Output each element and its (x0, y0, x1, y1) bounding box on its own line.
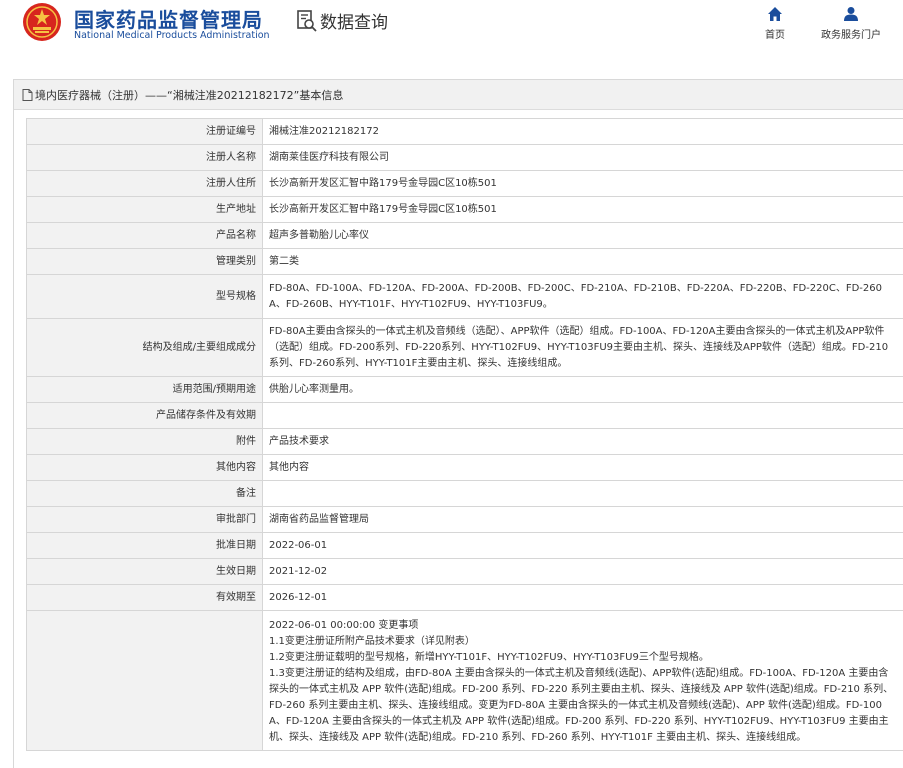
field-value: FD-80A主要由含探头的一体式主机及音频线（选配）、APP软件（选配）组成。F… (262, 318, 903, 377)
table-row: 生效日期 2021-12-02 (26, 558, 903, 585)
nmpa-emblem-icon[interactable] (22, 2, 62, 42)
field-label: 注册证编号 (26, 118, 263, 145)
field-label: 管理类别 (26, 248, 263, 275)
home-icon (768, 7, 782, 21)
document-icon (22, 88, 33, 101)
field-value (262, 402, 903, 429)
user-icon (844, 7, 858, 21)
detail-panel: 境内医疗器械（注册）——“湘械注准20212182172”基本信息 注册证编号 … (13, 79, 903, 768)
change-record-line: 1.1变更注册证所附产品技术要求（详见附表） (269, 636, 475, 647)
field-value: 湖南莱佳医疗科技有限公司 (262, 144, 903, 171)
nav-portal-label: 政务服务门户 (821, 30, 881, 41)
table-row: 注册人名称 湖南莱佳医疗科技有限公司 (26, 144, 903, 171)
field-value: 第二类 (262, 248, 903, 275)
field-value: 长沙高新开发区汇智中路179号金导园C区10栋501 (262, 196, 903, 223)
table-row: 批准日期 2022-06-01 (26, 532, 903, 559)
field-label: 结构及组成/主要组成成分 (26, 318, 263, 377)
table-row: 备注 (26, 480, 903, 507)
site-name-en: National Medical Products Administration (74, 30, 270, 41)
table-row: 适用范围/预期用途 供胎儿心率测量用。 (26, 376, 903, 403)
table-row: 注册人住所 长沙高新开发区汇智中路179号金导园C区10栋501 (26, 170, 903, 197)
data-query-label: 数据查询 (320, 13, 388, 33)
field-value: 长沙高新开发区汇智中路179号金导园C区10栋501 (262, 170, 903, 197)
field-value: 湖南省药品监督管理局 (262, 506, 903, 533)
field-value: 2026-12-01 (262, 584, 903, 611)
data-query-heading[interactable]: 数据查询 (297, 8, 388, 33)
field-label: 生产地址 (26, 196, 263, 223)
change-record-row: 2022-06-01 00:00:00 变更事项 1.1变更注册证所附产品技术要… (26, 610, 903, 751)
field-value: 超声多普勒胎儿心率仪 (262, 222, 903, 249)
site-name-cn[interactable]: 国家药品监督管理局 (74, 4, 263, 33)
table-row: 审批部门 湖南省药品监督管理局 (26, 506, 903, 533)
change-record-line: 2022-06-01 00:00:00 变更事项 (269, 620, 419, 631)
nav-home-label: 首页 (765, 30, 785, 41)
panel-title-text: 境内医疗器械（注册）——“湘械注准20212182172”基本信息 (35, 88, 344, 102)
table-row: 产品名称 超声多普勒胎儿心率仪 (26, 222, 903, 249)
field-value: 其他内容 (262, 454, 903, 481)
table-row: 其他内容 其他内容 (26, 454, 903, 481)
registration-info-table: 注册证编号 湘械注准20212182172 注册人名称 湖南莱佳医疗科技有限公司… (26, 118, 903, 751)
field-value: 2022-06-01 (262, 532, 903, 559)
field-label: 产品储存条件及有效期 (26, 402, 263, 429)
field-label: 注册人名称 (26, 144, 263, 171)
field-label: 批准日期 (26, 532, 263, 559)
table-row: 附件 产品技术要求 (26, 428, 903, 455)
panel-title: 境内医疗器械（注册）——“湘械注准20212182172”基本信息 (14, 80, 903, 110)
change-record-line: 1.2变更注册证载明的型号规格，新增HYY-T101F、HYY-T102FU9、… (269, 652, 709, 663)
data-search-icon (297, 9, 317, 32)
field-value (262, 480, 903, 507)
field-value: 2021-12-02 (262, 558, 903, 585)
field-label: 适用范围/预期用途 (26, 376, 263, 403)
field-label: 有效期至 (26, 584, 263, 611)
change-record-value: 2022-06-01 00:00:00 变更事项 1.1变更注册证所附产品技术要… (262, 610, 903, 751)
field-label: 注册人住所 (26, 170, 263, 197)
field-label: 附件 (26, 428, 263, 455)
table-row: 型号规格 FD-80A、FD-100A、FD-120A、FD-200A、FD-2… (26, 274, 903, 319)
field-value: 产品技术要求 (262, 428, 903, 455)
field-label: 生效日期 (26, 558, 263, 585)
nav-home[interactable]: 首页 (760, 6, 790, 41)
table-row: 生产地址 长沙高新开发区汇智中路179号金导园C区10栋501 (26, 196, 903, 223)
field-value: FD-80A、FD-100A、FD-120A、FD-200A、FD-200B、F… (262, 274, 903, 319)
change-record-label (26, 610, 263, 751)
table-row: 注册证编号 湘械注准20212182172 (26, 118, 903, 145)
field-label: 其他内容 (26, 454, 263, 481)
field-label: 审批部门 (26, 506, 263, 533)
field-value: 湘械注准20212182172 (262, 118, 903, 145)
table-row: 管理类别 第二类 (26, 248, 903, 275)
field-label: 备注 (26, 480, 263, 507)
field-label: 产品名称 (26, 222, 263, 249)
table-row: 有效期至 2026-12-01 (26, 584, 903, 611)
change-record-line: 1.3变更注册证的结构及组成，由FD-80A 主要由含探头的一体式主机及音频线(… (269, 668, 894, 743)
field-value: 供胎儿心率测量用。 (262, 376, 903, 403)
field-label: 型号规格 (26, 274, 263, 319)
table-row: 结构及组成/主要组成成分 FD-80A主要由含探头的一体式主机及音频线（选配）、… (26, 318, 903, 377)
nav-portal[interactable]: 政务服务门户 (812, 6, 890, 41)
site-header: 国家药品监督管理局 National Medical Products Admi… (0, 0, 903, 66)
table-row: 产品储存条件及有效期 (26, 402, 903, 429)
